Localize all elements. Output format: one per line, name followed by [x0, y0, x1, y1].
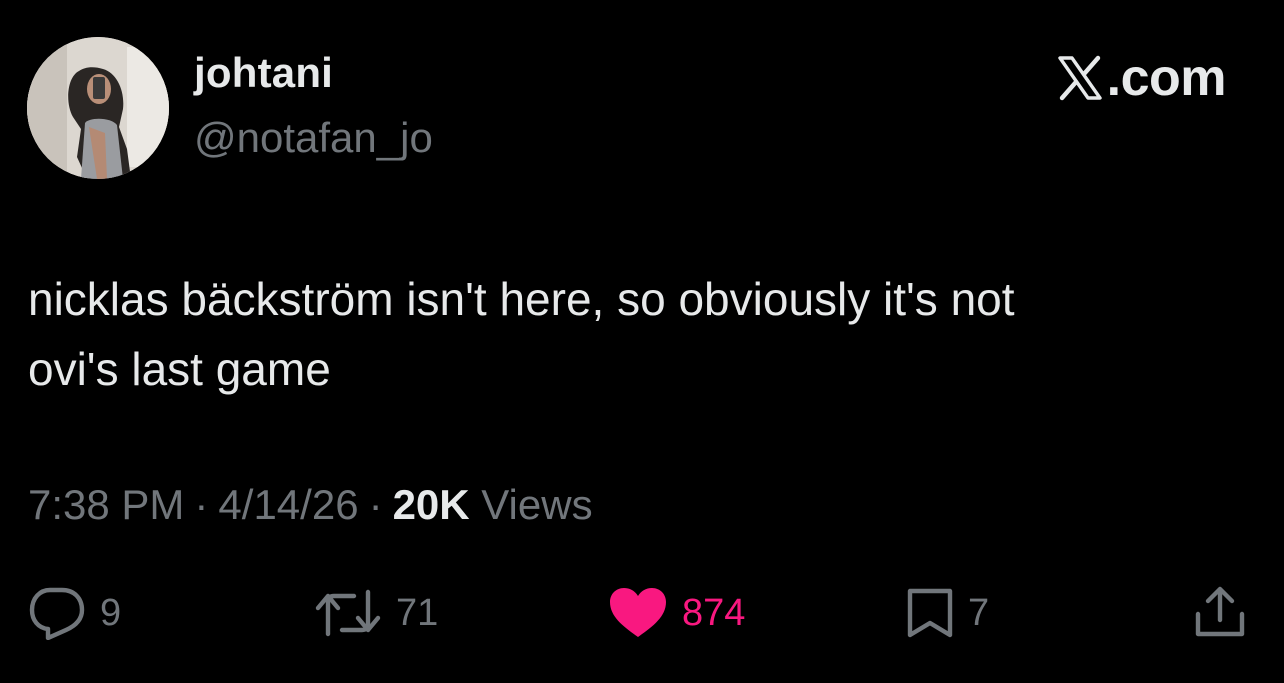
retweet-button[interactable]: 71	[314, 585, 438, 641]
like-button[interactable]: 874	[608, 585, 745, 641]
retweet-count: 71	[396, 592, 439, 634]
retweet-icon	[315, 589, 381, 637]
share-button[interactable]	[1192, 585, 1248, 641]
meta-separator: ·	[368, 481, 383, 528]
tweet-text: nicklas bäckström isn't here, so obvious…	[28, 273, 1015, 395]
bookmark-button[interactable]: 7	[906, 585, 989, 641]
author-handle[interactable]: @notafan_jo	[194, 117, 433, 159]
avatar[interactable]	[27, 37, 169, 179]
tweet-meta: 7:38 PM · 4/14/26 · 20K Views	[28, 484, 593, 526]
reply-count: 9	[100, 592, 122, 634]
x-logo-icon	[1057, 55, 1102, 101]
avatar-photo	[27, 37, 169, 179]
brand-domain: .com	[1106, 49, 1227, 107]
like-count: 874	[682, 592, 746, 634]
author-display-name[interactable]: johtani	[194, 52, 333, 94]
brand: .com	[1055, 49, 1227, 107]
heart-icon	[610, 588, 666, 637]
bookmark-icon	[907, 588, 953, 638]
action-bar: 9 71 874 7	[0, 585, 1284, 641]
meta-separator: ·	[194, 481, 209, 528]
views-count[interactable]: 20K	[393, 481, 470, 528]
views-label: Views	[481, 481, 593, 528]
bookmark-count: 7	[968, 592, 990, 634]
reply-button[interactable]: 9	[28, 585, 121, 641]
tweet-date[interactable]: 4/14/26	[218, 481, 358, 528]
reply-icon	[29, 587, 85, 640]
tweet-time[interactable]: 7:38 PM	[28, 481, 184, 528]
share-icon	[1195, 586, 1245, 637]
